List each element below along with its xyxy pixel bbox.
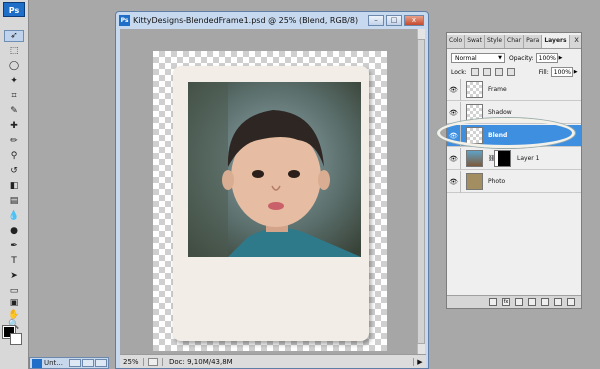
- canvas-area[interactable]: [120, 29, 418, 354]
- layers-panel: Colo Swat Style Char Para Layers x Norma…: [446, 32, 582, 309]
- lock-label: Lock:: [451, 68, 467, 76]
- status-menu-arrow-icon[interactable]: ▶: [414, 358, 426, 366]
- close-button[interactable]: [95, 359, 107, 367]
- lock-pixels-icon[interactable]: [482, 68, 491, 76]
- type-tool-icon[interactable]: T: [4, 255, 24, 267]
- shape-tool-icon[interactable]: ▭: [4, 285, 24, 297]
- link-layers-icon[interactable]: [489, 298, 497, 306]
- brush-tool-icon[interactable]: ✏: [4, 135, 24, 147]
- fill-field[interactable]: 100%: [550, 67, 573, 77]
- tab-character[interactable]: Char: [505, 35, 525, 48]
- tab-layers[interactable]: Layers: [542, 35, 570, 48]
- marquee-tool-icon[interactable]: ⬚: [4, 45, 24, 57]
- maximize-button[interactable]: □: [386, 15, 402, 26]
- crop-tool-icon[interactable]: ⌗: [4, 90, 24, 102]
- opacity-arrow-icon[interactable]: ▶: [559, 55, 563, 61]
- minimized-document[interactable]: Unt...: [29, 357, 109, 369]
- layer-thumbnail: [466, 81, 483, 98]
- close-button[interactable]: x: [404, 15, 424, 26]
- photoshop-doc-icon: [32, 358, 42, 368]
- document-status-bar: 25% Doc: 9,10M/43,8M ▶: [120, 354, 426, 368]
- tab-color[interactable]: Colo: [447, 35, 466, 48]
- layer-name: Photo: [488, 178, 506, 185]
- photoshop-doc-icon: Ps: [119, 15, 130, 26]
- layer-row-layer-1[interactable]: 👁 ⛓ Layer 1: [447, 147, 581, 170]
- eraser-tool-icon[interactable]: ◧: [4, 180, 24, 192]
- layer-row-frame[interactable]: 👁 Frame: [447, 78, 581, 101]
- adjustment-layer-icon[interactable]: [528, 298, 536, 306]
- path-selection-tool-icon[interactable]: ➤: [4, 270, 24, 282]
- clone-stamp-tool-icon[interactable]: ⚲: [4, 150, 24, 162]
- layers-panel-footer: fx: [447, 295, 581, 308]
- lock-position-icon[interactable]: [494, 68, 503, 76]
- layer-name: Layer 1: [517, 155, 540, 162]
- layer-name: Frame: [488, 86, 507, 93]
- blend-mode-select[interactable]: Normal ▼: [451, 53, 505, 63]
- new-layer-icon[interactable]: [554, 298, 562, 306]
- fill-arrow-icon[interactable]: ▶: [574, 69, 578, 75]
- layer-row-photo[interactable]: 👁 Photo: [447, 170, 581, 193]
- layer-mask-thumbnail[interactable]: [494, 150, 511, 167]
- scrollbar-thumb[interactable]: [417, 39, 425, 344]
- doc-size-info: Doc: 9,10M/43,8M: [162, 357, 414, 366]
- history-brush-tool-icon[interactable]: ↺: [4, 165, 24, 177]
- add-mask-icon[interactable]: [515, 298, 523, 306]
- child-photo: [188, 82, 361, 257]
- layer-thumbnail: [466, 150, 483, 167]
- lock-all-icon[interactable]: [506, 68, 515, 76]
- minimized-doc-title: Unt...: [44, 359, 63, 367]
- status-info-icon[interactable]: [148, 357, 158, 366]
- tab-paragraph[interactable]: Para: [524, 35, 543, 48]
- tab-styles[interactable]: Style: [485, 35, 506, 48]
- document-window: Ps KittyDesigns-BlendedFrame1.psd @ 25% …: [115, 11, 429, 369]
- blur-tool-icon[interactable]: 💧: [4, 210, 24, 222]
- zoom-level[interactable]: 25%: [120, 357, 144, 366]
- new-group-icon[interactable]: [541, 298, 549, 306]
- layer-style-fx-icon[interactable]: fx: [502, 298, 510, 306]
- fill-label: Fill:: [538, 68, 549, 76]
- layer-name: Shadow: [488, 109, 512, 116]
- trash-icon[interactable]: [567, 298, 575, 306]
- tools-panel: Ps ➶ ⬚ ◯ ✦ ⌗ ✎ ✚ ✏ ⚲ ↺ ◧ ▤ 💧 ● ✒ T ➤ ▭ ▣…: [0, 0, 29, 369]
- visibility-eye-icon[interactable]: 👁: [447, 147, 461, 170]
- layer-thumbnail: [466, 173, 483, 190]
- chevron-down-icon: ▼: [498, 55, 502, 61]
- visibility-eye-icon[interactable]: 👁: [447, 78, 461, 101]
- tab-swatches[interactable]: Swat: [465, 35, 485, 48]
- minimize-button[interactable]: –: [368, 15, 384, 26]
- blend-opacity-row: Normal ▼ Opacity: 100% ▶: [451, 52, 579, 64]
- magic-wand-tool-icon[interactable]: ✦: [4, 75, 24, 87]
- move-tool-icon[interactable]: ➶: [4, 30, 24, 42]
- photoshop-logo-icon: Ps: [3, 2, 25, 17]
- healing-brush-tool-icon[interactable]: ✚: [4, 120, 24, 132]
- panel-close-icon[interactable]: x: [574, 35, 579, 44]
- restore-button[interactable]: [69, 359, 81, 367]
- opacity-field[interactable]: 100%: [535, 53, 558, 63]
- lasso-tool-icon[interactable]: ◯: [4, 60, 24, 72]
- visibility-eye-icon[interactable]: 👁: [447, 170, 461, 193]
- lock-transparency-icon[interactable]: [470, 68, 479, 76]
- lock-fill-row: Lock: Fill: 100% ▶: [451, 66, 579, 78]
- blend-mode-value: Normal: [455, 54, 477, 62]
- visibility-eye-icon[interactable]: 👁: [447, 101, 461, 124]
- dodge-tool-icon[interactable]: ●: [4, 225, 24, 237]
- notes-tool-icon[interactable]: ▣: [4, 297, 24, 309]
- panel-tabs: Colo Swat Style Char Para Layers x: [447, 35, 581, 49]
- vertical-scrollbar[interactable]: [417, 29, 425, 354]
- maximize-button[interactable]: [82, 359, 94, 367]
- gradient-tool-icon[interactable]: ▤: [4, 195, 24, 207]
- child-portrait-image: [188, 82, 361, 257]
- background-color-swatch[interactable]: [10, 333, 22, 345]
- opacity-label: Opacity:: [509, 54, 534, 62]
- pen-tool-icon[interactable]: ✒: [4, 240, 24, 252]
- highlight-ellipse: [437, 118, 575, 148]
- eyedropper-tool-icon[interactable]: ✎: [4, 105, 24, 117]
- document-title: KittyDesigns-BlendedFrame1.psd @ 25% (Bl…: [133, 16, 359, 25]
